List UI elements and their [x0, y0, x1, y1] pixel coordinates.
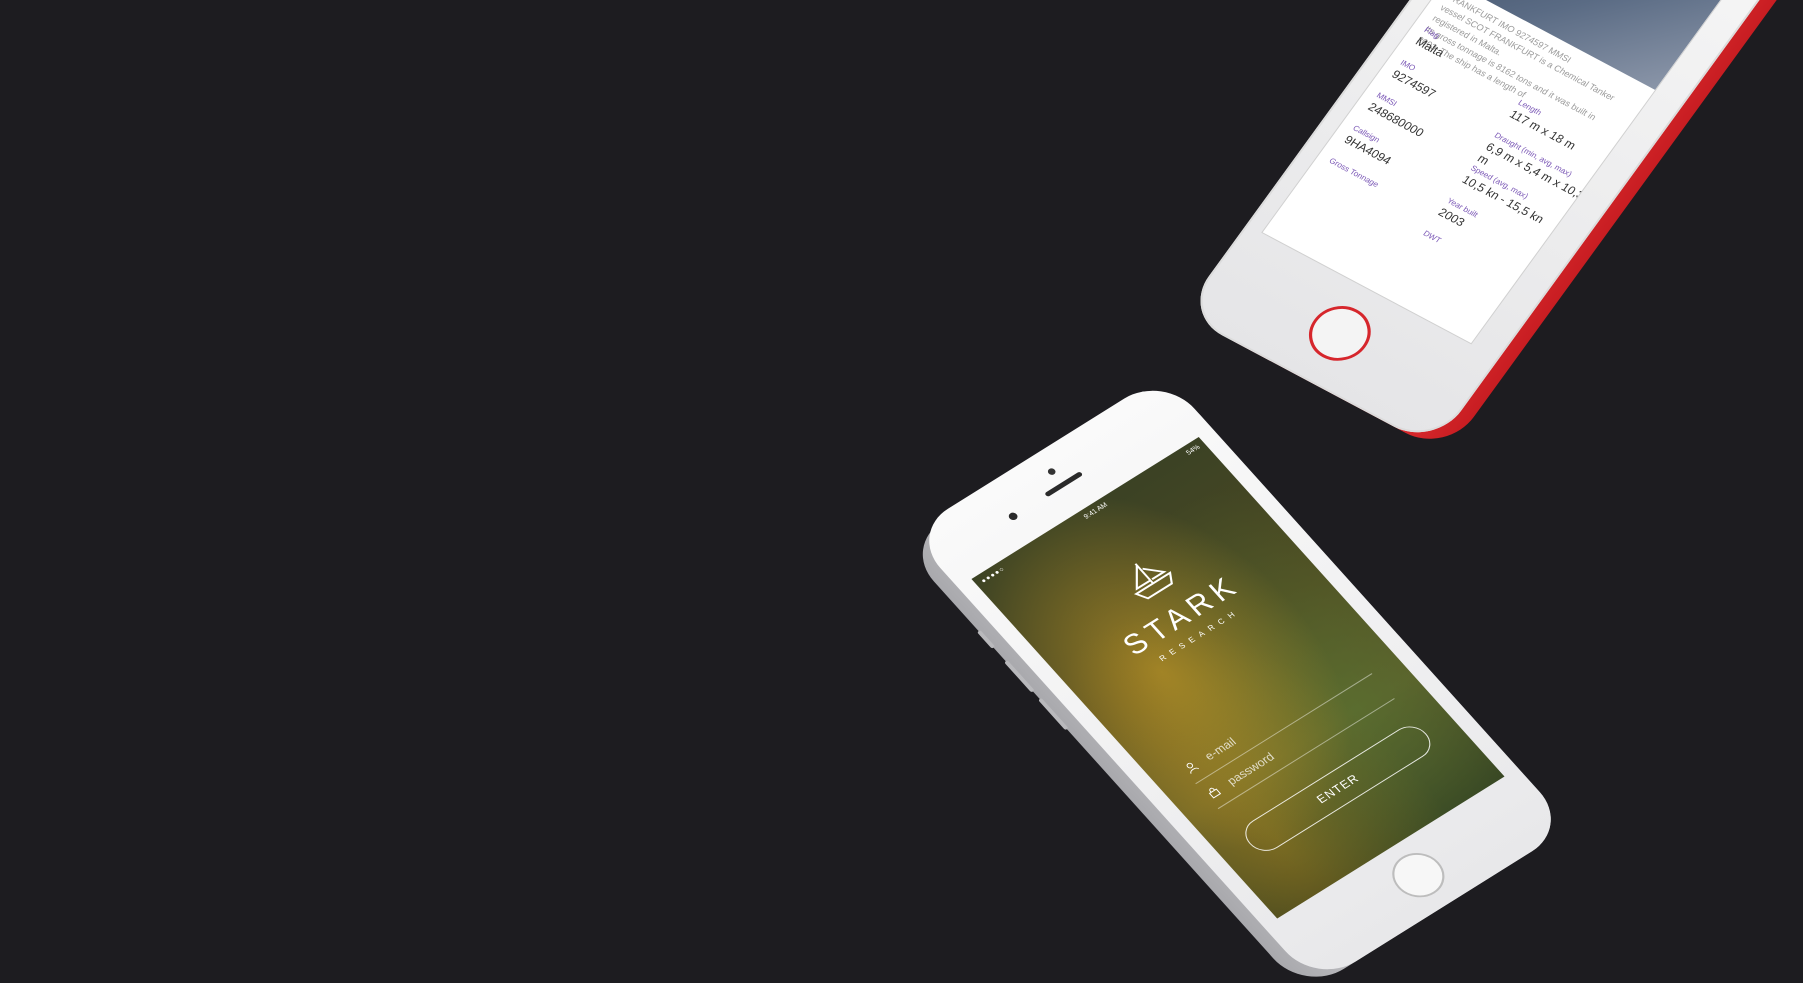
front-camera-icon: [1046, 467, 1058, 477]
app-logo: STARK RESEARCH: [1078, 527, 1256, 672]
login-screen: ●●●●○ 9:41 AM 54% STARK RESEARCH e-mail …: [971, 436, 1505, 919]
white-phone-home-button[interactable]: [1381, 844, 1456, 906]
user-icon: [1186, 762, 1200, 774]
signal-indicator: ●●●●○: [979, 565, 1007, 585]
mockup-scene: FRANKFURT IMO 9274597 MMSI vessel SCOT F…: [0, 0, 1803, 983]
lock-icon: [1208, 787, 1222, 799]
red-phone-device: FRANKFURT IMO 9274597 MMSI vessel SCOT F…: [1181, 0, 1803, 455]
sensor-icon: [1007, 511, 1020, 522]
white-phone-face: ●●●●○ 9:41 AM 54% STARK RESEARCH e-mail …: [908, 374, 1572, 983]
vessel-details-screen: FRANKFURT IMO 9274597 MMSI vessel SCOT F…: [1262, 0, 1745, 344]
red-phone-home-button[interactable]: [1297, 296, 1383, 371]
white-phone-device: ●●●●○ 9:41 AM 54% STARK RESEARCH e-mail …: [902, 374, 1572, 983]
login-form: ENTER: [1173, 649, 1439, 858]
battery-indicator: 54%: [1184, 443, 1202, 457]
status-time: 9:41 AM: [1082, 501, 1109, 521]
